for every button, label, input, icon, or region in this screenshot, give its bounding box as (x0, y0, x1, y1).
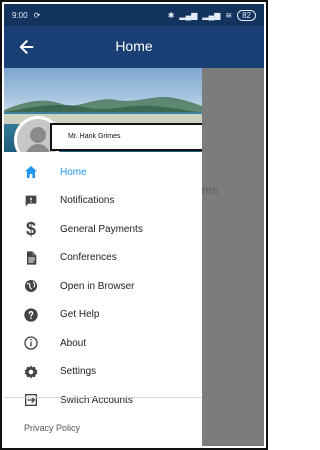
menu-item-label: Open in Browser (60, 280, 135, 292)
switch-icon (22, 391, 40, 409)
menu-item-label: Conferences (60, 252, 117, 264)
menu-item-label: About (60, 337, 87, 349)
menu-item-label: Get Help (60, 309, 100, 321)
signal-icon-2: ▂▄▆ (202, 10, 221, 20)
background-partial-text: ms (202, 183, 218, 197)
status-left: 9:00 ⟳ (12, 11, 40, 20)
menu-item-settings[interactable]: Settings (4, 358, 202, 387)
menu-item-get-help[interactable]: Get Help (4, 301, 202, 330)
app-bar: Home (4, 26, 264, 68)
privacy-policy-link[interactable]: Privacy Policy (24, 423, 80, 433)
battery-level: 82 (242, 10, 251, 20)
menu-item-conferences[interactable]: Conferences (4, 244, 202, 273)
home-icon (22, 163, 40, 181)
info-icon (22, 334, 40, 352)
menu-item-label: Settings (60, 366, 97, 378)
menu-item-label: General Payments (60, 223, 143, 235)
menu-item-switch-accounts[interactable]: Switch Accounts (4, 386, 202, 415)
drawer-divider (4, 397, 202, 398)
status-time: 9:00 (12, 10, 28, 20)
menu-item-notifications[interactable]: Notifications (4, 187, 202, 216)
phone-frame: 9:00 ⟳ ✱ ▂▄▆ ▂▄▆ ≋ 82 Home ms Mr. Hank G… (0, 0, 268, 450)
menu-item-general-payments[interactable]: $ General Payments (4, 215, 202, 244)
notifications-icon (22, 192, 40, 210)
gear-icon (22, 363, 40, 381)
navigation-drawer: Mr. Hank Grimes Home Notifications $ Gen… (4, 68, 202, 448)
user-name: Mr. Hank Grimes (68, 133, 121, 140)
app-bar-title: Home (115, 38, 153, 54)
user-name-box[interactable]: Mr. Hank Grimes (50, 123, 202, 151)
status-bar: 9:00 ⟳ ✱ ▂▄▆ ▂▄▆ ≋ 82 (4, 4, 264, 26)
menu-item-about[interactable]: About (4, 329, 202, 358)
battery-icon: 82 (237, 9, 256, 21)
menu-item-open-in-browser[interactable]: Open in Browser (4, 272, 202, 301)
globe-icon (22, 277, 40, 295)
dollar-icon: $ (25, 219, 36, 240)
drawer-menu: Home Notifications $ General Payments Co… (4, 158, 202, 415)
sync-icon: ⟳ (33, 10, 41, 20)
help-icon (22, 306, 40, 324)
menu-item-label: Home (60, 166, 87, 178)
wifi-icon: ≋ (225, 10, 233, 20)
bluetooth-icon: ✱ (167, 10, 175, 20)
signal-icon: ▂▄▆ (179, 10, 198, 20)
document-icon (22, 249, 40, 267)
menu-item-home[interactable]: Home (4, 158, 202, 187)
menu-item-label: Notifications (60, 195, 115, 207)
status-right: ✱ ▂▄▆ ▂▄▆ ≋ 82 (167, 9, 256, 21)
drawer-header: Mr. Hank Grimes (4, 68, 202, 152)
